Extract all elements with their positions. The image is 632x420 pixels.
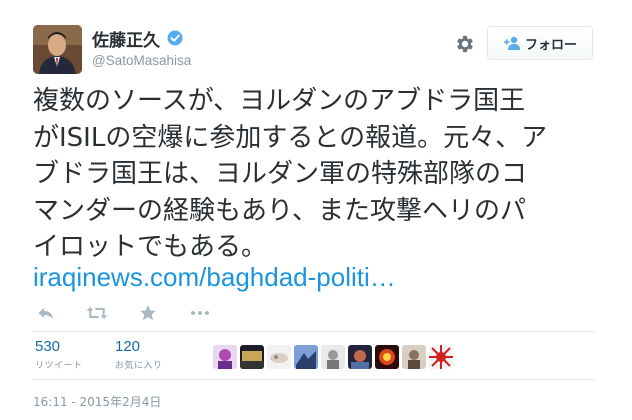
author-avatar[interactable]: [33, 25, 82, 74]
follow-button[interactable]: フォロー: [487, 26, 593, 60]
tweet-text-line: がISILの空爆に参加するとの報道。元々、ア: [33, 122, 548, 153]
favoriter-avatar[interactable]: [213, 345, 237, 369]
favorite-star-icon[interactable]: [139, 303, 157, 323]
retweet-icon[interactable]: [86, 303, 108, 323]
favoriter-avatar[interactable]: [294, 345, 318, 369]
favoriter-avatar[interactable]: [240, 345, 264, 369]
tweet-text-line: 複数のソースが、ヨルダンのアブドラ国王: [33, 86, 526, 116]
follow-person-plus-icon: [503, 36, 520, 50]
favoriter-avatar[interactable]: [402, 345, 426, 369]
favoriter-avatar[interactable]: [267, 345, 291, 369]
divider: [33, 331, 595, 332]
author-handle[interactable]: @SatoMasahisa: [92, 53, 191, 68]
favorite-label: お気に入り: [115, 361, 163, 371]
author-avatar-image: [33, 25, 82, 74]
favoriter-avatar[interactable]: [375, 345, 399, 369]
favoriter-avatar[interactable]: [321, 345, 345, 369]
favoriter-avatar[interactable]: [348, 345, 372, 369]
tweet-text-line: マンダーの経験もあり、また攻撃ヘリのパ: [33, 195, 526, 226]
reply-icon[interactable]: [37, 303, 55, 323]
favorite-stat[interactable]: 120 お気に入り: [115, 338, 163, 371]
tweet-timestamp[interactable]: 16:11 - 2015年2月4日: [33, 393, 161, 410]
tweet-text-line: ブドラ国王は、ヨルダン軍の特殊部隊のコ: [33, 159, 528, 189]
favoriter-avatar[interactable]: [429, 345, 453, 369]
verified-badge-icon: [167, 30, 183, 46]
tweet-text: 複数のソースが、ヨルダンのアブドラ国王 がISILの空爆に参加するとの報道。元々…: [33, 83, 613, 266]
gear-icon[interactable]: [454, 33, 476, 55]
more-dots-icon[interactable]: [189, 303, 211, 323]
retweet-stat[interactable]: 530 リツイート: [35, 338, 83, 371]
divider: [33, 379, 595, 380]
tweet-link[interactable]: iraqinews.com/baghdad-politi…: [33, 259, 396, 295]
retweet-label: リツイート: [35, 361, 83, 371]
retweet-count: 530: [35, 338, 61, 355]
author-display-name[interactable]: 佐藤正久: [92, 26, 160, 51]
favorite-count: 120: [115, 338, 141, 355]
follow-button-label: フォロー: [524, 37, 577, 53]
